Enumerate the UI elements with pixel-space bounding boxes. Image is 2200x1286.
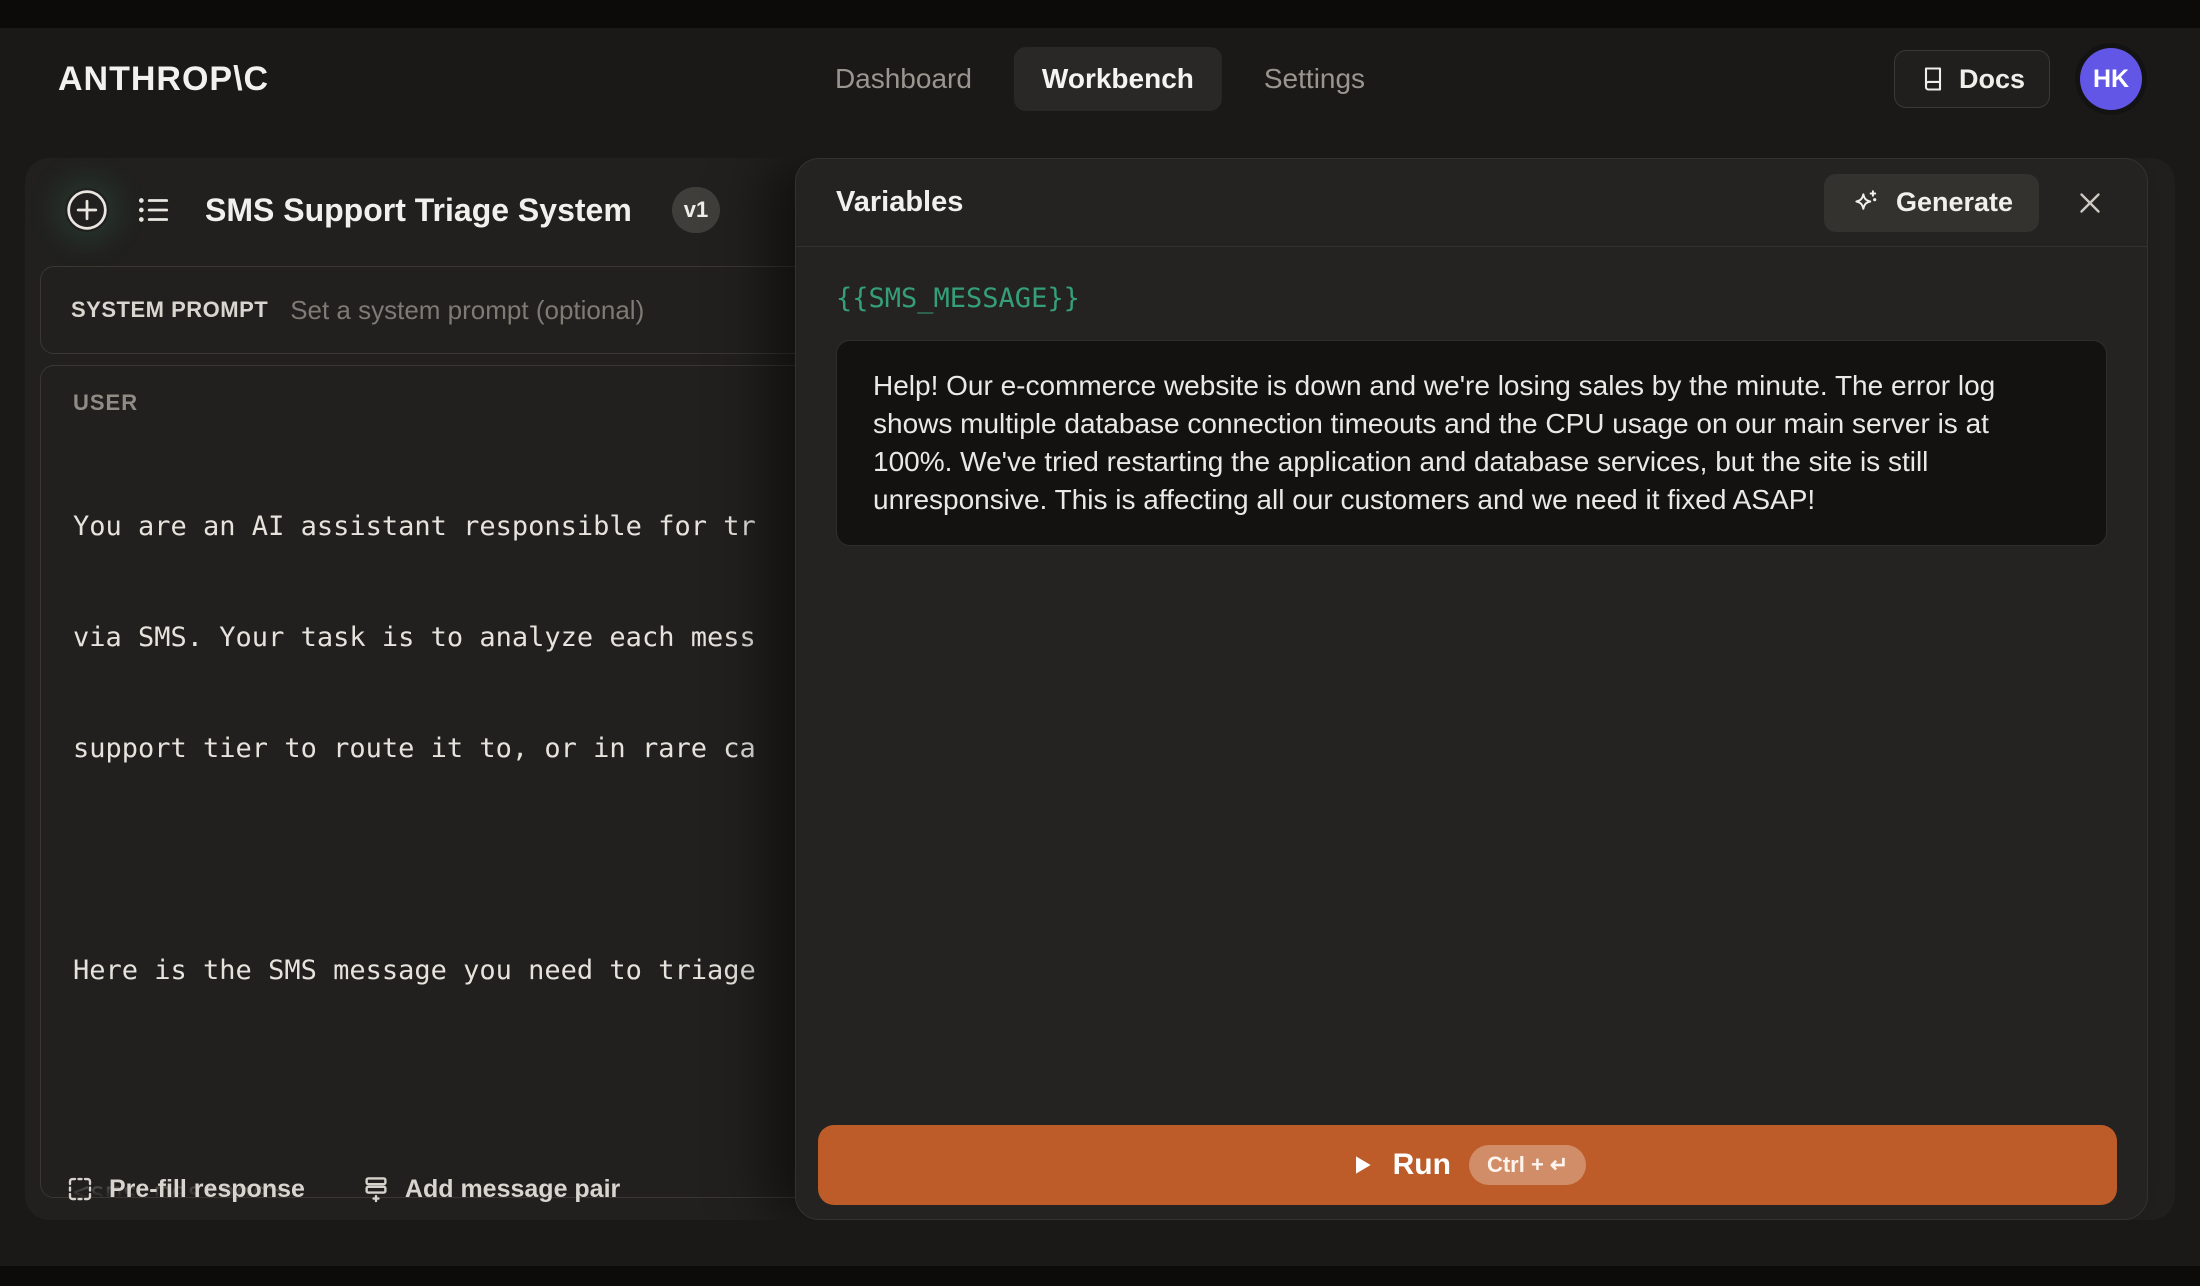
variables-panel: Variables Generate {{SMS_MESSAGE}} Help!… (795, 158, 2148, 1220)
tab-workbench[interactable]: Workbench (1013, 47, 1222, 111)
play-icon (1349, 1152, 1375, 1178)
nav-tabs: Dashboard Workbench Settings (807, 47, 1393, 111)
book-icon (1919, 65, 1947, 93)
message-footer-actions: Pre-fill response Add message pair (65, 1174, 620, 1204)
run-button-label: Run (1392, 1148, 1451, 1181)
run-area: Run Ctrl + ↵ (818, 1125, 2117, 1205)
list-icon (135, 191, 173, 229)
prompt-list-button[interactable] (135, 191, 173, 229)
docs-button[interactable]: Docs (1893, 50, 2050, 108)
variables-body: {{SMS_MESSAGE}} Help! Our e-commerce web… (796, 247, 2147, 546)
prefill-icon (65, 1174, 95, 1204)
add-message-pair-label: Add message pair (404, 1174, 621, 1203)
version-badge[interactable]: v1 (671, 187, 721, 233)
close-variables-button[interactable] (2073, 186, 2107, 220)
variables-header-actions: Generate (1823, 173, 2107, 232)
tab-settings[interactable]: Settings (1236, 47, 1393, 111)
prompt-title[interactable]: SMS Support Triage System (205, 192, 632, 229)
run-button[interactable]: Run Ctrl + ↵ (818, 1125, 2117, 1205)
new-prompt-button[interactable] (65, 188, 109, 232)
variable-name-label: {{SMS_MESSAGE}} (836, 283, 1080, 314)
variable-value-input[interactable]: Help! Our e-commerce website is down and… (836, 340, 2107, 546)
add-message-pair-icon (361, 1174, 391, 1204)
prompt-header: SMS Support Triage System v1 (25, 158, 721, 262)
sparkle-icon (1850, 187, 1882, 219)
top-nav-right: Docs HK (1893, 48, 2142, 110)
plus-circle-icon (65, 188, 109, 232)
top-nav: ANTHROP\C Dashboard Workbench Settings D… (0, 28, 2200, 130)
workbench-card: SMS Support Triage System v1 SYSTEM PROM… (25, 158, 2175, 1220)
system-prompt-label: SYSTEM PROMPT (71, 297, 269, 322)
add-message-pair-button[interactable]: Add message pair (361, 1174, 620, 1204)
docs-button-label: Docs (1958, 63, 2025, 94)
run-shortcut-hint: Ctrl + ↵ (1468, 1145, 1587, 1185)
system-prompt-placeholder: Set a system prompt (optional) (290, 294, 645, 325)
variables-title: Variables (836, 186, 964, 218)
generate-button[interactable]: Generate (1823, 173, 2039, 232)
app-root: ANTHROP\C Dashboard Workbench Settings D… (0, 28, 2200, 1266)
variables-header: Variables Generate (796, 159, 2147, 247)
avatar[interactable]: HK (2080, 48, 2142, 110)
tab-dashboard[interactable]: Dashboard (807, 47, 1000, 111)
prefill-response-button[interactable]: Pre-fill response (65, 1174, 305, 1204)
anthropic-logo: ANTHROP\C (58, 59, 270, 98)
prefill-label: Pre-fill response (109, 1174, 305, 1203)
generate-button-label: Generate (1895, 187, 2013, 217)
